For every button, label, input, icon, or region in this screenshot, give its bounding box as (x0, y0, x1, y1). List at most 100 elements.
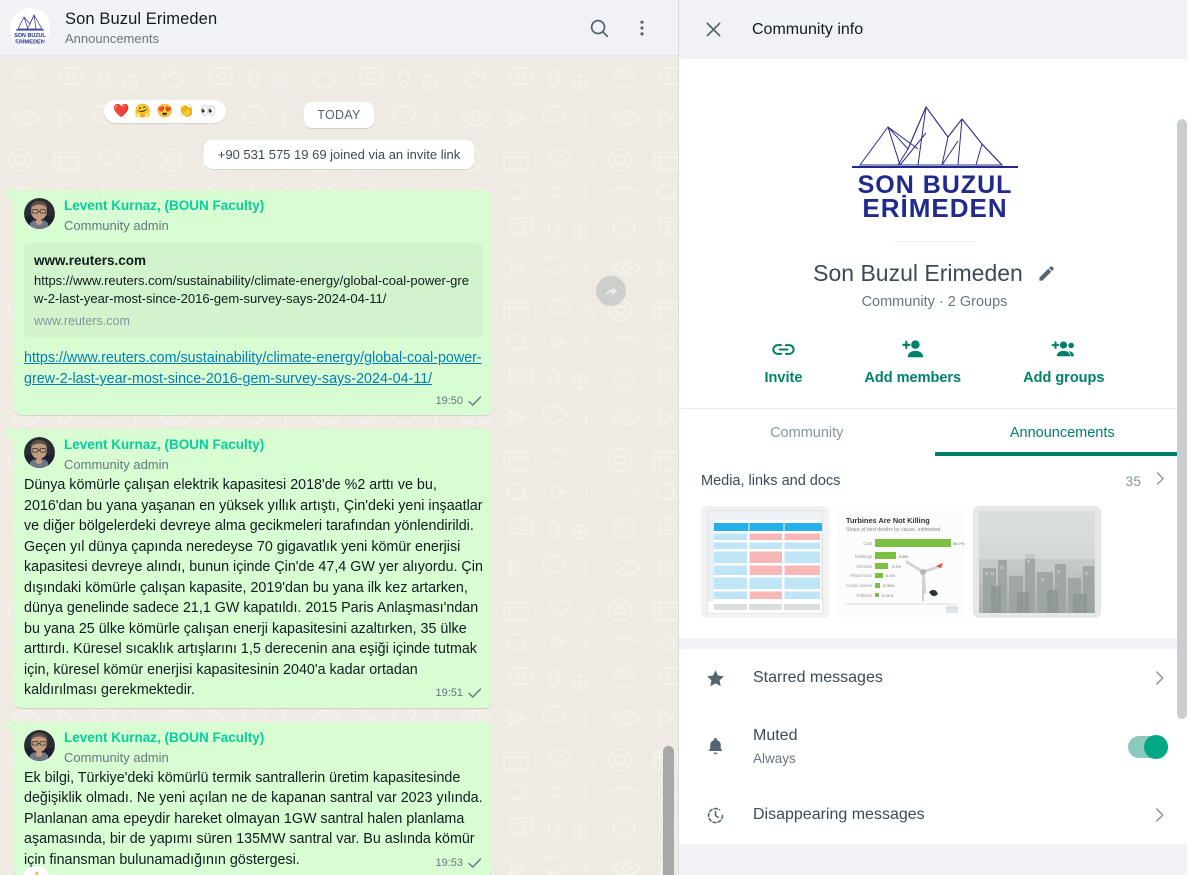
message-sender-meta: Levent Kurnaz, (BOUN Faculty) Community … (64, 197, 264, 235)
bubble-tail (6, 722, 15, 735)
avatar[interactable] (24, 729, 55, 761)
svg-text:Cats: Cats (863, 541, 872, 546)
close-icon[interactable] (703, 19, 724, 40)
whatsapp-window: SON BUZUL ERİMEDEN Son Buzul Erimeden An… (0, 0, 1190, 875)
avatar[interactable] (24, 198, 55, 229)
disappearing-messages-label: Disappearing messages (753, 806, 925, 823)
chat-header-text: Son Buzul Erimeden Announcements (65, 9, 588, 47)
divider (894, 241, 975, 242)
sender-name: Levent Kurnaz, (BOUN Faculty) (64, 437, 265, 452)
message-row: Levent Kurnaz, (BOUN Faculty) Community … (14, 721, 664, 875)
community-name-row: Son Buzul Erimeden (679, 258, 1190, 288)
link-preview-domain: www.reuters.com (34, 314, 130, 328)
message-sender-line: Levent Kurnaz, (BOUN Faculty) Community … (24, 197, 483, 235)
media-count: 35 (1125, 473, 1141, 489)
community-actions: Invite Add members Add groups (679, 336, 1190, 386)
cityscape-smog-thumbnail[interactable] (973, 506, 1101, 618)
message-sender-meta: Levent Kurnaz, (BOUN Faculty) Community … (64, 436, 264, 474)
info-scrollbar-thumb[interactable] (1177, 119, 1187, 719)
chat-title: Son Buzul Erimeden (65, 9, 218, 28)
starred-messages-body: Starred messages (753, 667, 1124, 689)
message-bubble-link[interactable]: Levent Kurnaz, (BOUN Faculty) Community … (14, 190, 492, 415)
svg-text:Comm towers: Comm towers (846, 583, 872, 588)
starred-messages-row[interactable]: Starred messages (679, 649, 1190, 707)
message-bubble-text[interactable]: Levent Kurnaz, (BOUN Faculty) Community … (14, 721, 492, 875)
media-links-docs-section: Media, links and docs 35 Turbines Are No… (679, 456, 1190, 638)
message-status-tick (467, 857, 483, 869)
svg-text:Vehicles: Vehicles (856, 564, 872, 569)
svg-text:Power lines: Power lines (850, 573, 872, 578)
bubble-tail (6, 429, 15, 442)
svg-text:0.1%: 0.1% (886, 573, 896, 578)
community-info-header: Community info (679, 0, 1190, 59)
community-logo[interactable]: SON BUZUL ERİMEDEN (679, 89, 1190, 219)
chat-subtitle: Announcements (65, 30, 159, 46)
tab-community[interactable]: Community (679, 409, 935, 456)
system-message: +90 531 575 19 69 joined via an invite l… (203, 140, 475, 169)
bar-chart-windmill-thumbnail[interactable]: Turbines Are Not Killing Share of bird d… (837, 506, 965, 618)
pencil-icon[interactable] (1037, 264, 1056, 283)
add-groups-button[interactable]: Add groups (1023, 336, 1104, 386)
disappearing-messages-body: Disappearing messages (753, 804, 1124, 826)
muted-label: Muted (753, 727, 798, 744)
tab-announcements[interactable]: Announcements (934, 409, 1190, 456)
chat-scrollbar-thumb[interactable] (663, 746, 674, 875)
svg-text:ERİMEDEN: ERİMEDEN (15, 38, 45, 45)
add-members-button[interactable]: Add members (864, 336, 961, 386)
forward-message-button[interactable] (596, 276, 626, 306)
link-preview-card[interactable]: www.reuters.com https://www.reuters.com/… (24, 243, 483, 338)
invite-label: Invite (764, 370, 803, 386)
avatar[interactable] (24, 437, 55, 468)
chat-message-list[interactable]: ❤️ 🤗 😍 👏 👀 TODAY +90 531 575 19 69 joine… (0, 56, 678, 875)
message-time: 19:50 (435, 394, 463, 407)
message-sender-meta: Levent Kurnaz, (BOUN Faculty) Community … (64, 729, 264, 767)
sender-name: Levent Kurnaz, (BOUN Faculty) (64, 198, 265, 213)
message-bubble-text[interactable]: Levent Kurnaz, (BOUN Faculty) Community … (14, 429, 492, 708)
system-message-wrap: +90 531 575 19 69 joined via an invite l… (14, 140, 664, 169)
svg-text:0.2%: 0.2% (892, 564, 902, 569)
invite-button[interactable]: Invite (764, 336, 803, 386)
timer-icon (703, 805, 727, 826)
mute-toggle[interactable] (1128, 734, 1168, 759)
message-reactions-pill[interactable]: ❤️ 🤗 😍 👏 👀 (104, 100, 227, 123)
svg-text:0.01%: 0.01% (882, 593, 894, 598)
muted-body: Muted Always (753, 725, 1102, 768)
add-members-label: Add members (864, 370, 962, 386)
media-count-wrap: 35 (1125, 470, 1168, 492)
spreadsheet-thumbnail[interactable] (701, 506, 829, 618)
chevron-right-icon[interactable] (1150, 806, 1168, 824)
message-time: 19:53 (435, 856, 463, 869)
media-thumbnails: Turbines Are Not Killing Share of bird d… (701, 506, 1168, 618)
chat-header-avatar[interactable]: SON BUZUL ERİMEDEN (10, 7, 50, 48)
chevron-right-icon[interactable] (1151, 470, 1168, 492)
message-text: Dünya kömürle çalışan elektrik kapasites… (24, 477, 487, 698)
message-row: Levent Kurnaz, (BOUN Faculty) Community … (14, 190, 664, 415)
svg-text:0.8%: 0.8% (899, 554, 909, 559)
sender-name: Levent Kurnaz, (BOUN Faculty) (64, 729, 265, 745)
chat-header: SON BUZUL ERİMEDEN Son Buzul Erimeden An… (0, 0, 678, 56)
search-icon[interactable] (588, 17, 610, 39)
svg-text:Turbines: Turbines (856, 593, 872, 598)
media-header[interactable]: Media, links and docs 35 (701, 470, 1168, 492)
disappearing-messages-row[interactable]: Disappearing messages (679, 786, 1190, 844)
message-status-tick (467, 687, 483, 699)
community-info-title: Community info (752, 20, 864, 38)
message-sender-line: Levent Kurnaz, (BOUN Faculty) Community … (24, 729, 483, 767)
menu-dots-icon[interactable] (632, 18, 652, 38)
svg-text:ERİMEDEN: ERİMEDEN (862, 193, 1007, 219)
muted-row[interactable]: Muted Always (679, 707, 1190, 786)
chevron-right-icon[interactable] (1150, 669, 1168, 687)
chat-pane: SON BUZUL ERİMEDEN Son Buzul Erimeden An… (0, 0, 678, 875)
muted-sub: Always (753, 751, 796, 766)
date-divider: TODAY (304, 102, 374, 128)
sender-role: Community admin (64, 218, 169, 233)
chat-body: ❤️ 🤗 😍 👏 👀 TODAY +90 531 575 19 69 joine… (0, 56, 678, 875)
svg-text:Buildings: Buildings (855, 554, 872, 559)
bell-icon (703, 736, 727, 757)
community-info-scroll[interactable]: SON BUZUL ERİMEDEN Son Buzul Erimeden Co… (679, 59, 1190, 875)
svg-text:Turbines Are Not Killing: Turbines Are Not Killing (846, 516, 930, 525)
add-groups-label: Add groups (1023, 370, 1105, 386)
message-row: Levent Kurnaz, (BOUN Faculty) Community … (14, 429, 664, 708)
message-link[interactable]: https://www.reuters.com/sustainability/c… (24, 348, 483, 390)
message-time: 19:51 (435, 687, 463, 699)
